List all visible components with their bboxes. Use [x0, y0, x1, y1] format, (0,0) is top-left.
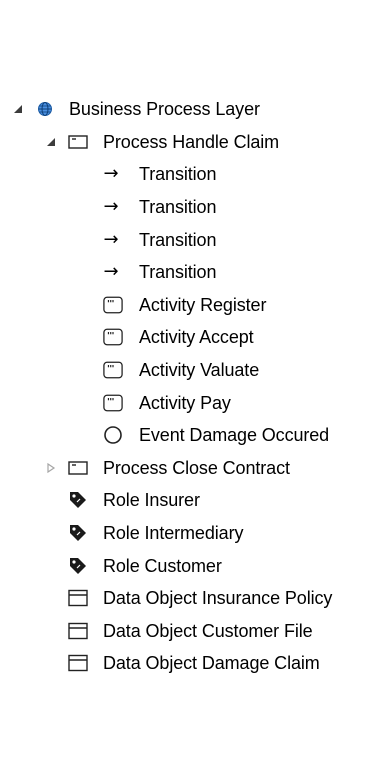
tree-node-label: Role Insurer: [103, 490, 200, 511]
tree-node-label: Activity Valuate: [139, 360, 260, 381]
tree-node-role-insurer[interactable]: Role Insurer: [0, 484, 382, 517]
arrow-right-icon: →: [103, 228, 119, 250]
tree-node-label: Process Close Contract: [103, 457, 290, 478]
tree-node-transition[interactable]: → Transition: [0, 158, 382, 191]
tree-node-business-process-layer[interactable]: Business Process Layer: [0, 93, 382, 126]
collapsed-triangle-icon[interactable]: [44, 461, 58, 475]
tree-node-label: Data Object Customer File: [103, 620, 313, 641]
tree-node-process-close-contract[interactable]: Process Close Contract: [0, 452, 382, 485]
tree-node-label: Transition: [139, 197, 217, 218]
tree-node-event-damage-occured[interactable]: Event Damage Occured: [0, 419, 382, 452]
activity-icon: [103, 360, 123, 380]
tree-node-label: Process Handle Claim: [103, 131, 280, 152]
tree-node-activity-accept[interactable]: Activity Accept: [0, 321, 382, 354]
activity-icon: [103, 295, 123, 315]
tree-node-data-object-insurance-policy[interactable]: Data Object Insurance Policy: [0, 582, 382, 615]
tree-node-process-handle-claim[interactable]: Process Handle Claim: [0, 126, 382, 159]
tree-node-label: Transition: [139, 229, 217, 250]
model-tree: Business Process Layer Process Handle Cl…: [0, 93, 382, 680]
process-icon: [68, 132, 88, 152]
expanded-triangle-icon[interactable]: [11, 102, 25, 116]
tree-node-label: Activity Accept: [139, 327, 254, 348]
tree-node-transition[interactable]: → Transition: [0, 223, 382, 256]
tree-node-activity-valuate[interactable]: Activity Valuate: [0, 354, 382, 387]
tree-node-label: Transition: [139, 164, 217, 185]
tree-node-transition[interactable]: → Transition: [0, 256, 382, 289]
tree-node-label: Data Object Damage Claim: [103, 653, 320, 674]
role-tag-icon: [68, 490, 88, 510]
activity-icon: [103, 327, 123, 347]
data-object-icon: [68, 621, 88, 641]
tree-node-data-object-damage-claim[interactable]: Data Object Damage Claim: [0, 647, 382, 680]
tree-node-role-intermediary[interactable]: Role Intermediary: [0, 517, 382, 550]
expanded-triangle-icon[interactable]: [44, 135, 58, 149]
process-icon: [68, 458, 88, 478]
tree-node-role-customer[interactable]: Role Customer: [0, 549, 382, 582]
tree-node-label: Role Customer: [103, 555, 222, 576]
arrow-right-icon: →: [103, 196, 119, 218]
globe-icon: [35, 99, 55, 119]
tree-node-label: Business Process Layer: [69, 99, 260, 120]
tree-node-activity-register[interactable]: Activity Register: [0, 289, 382, 322]
tree-node-data-object-customer-file[interactable]: Data Object Customer File: [0, 615, 382, 648]
tree-node-label: Activity Register: [139, 294, 267, 315]
activity-icon: [103, 393, 123, 413]
tree-node-label: Transition: [139, 262, 217, 283]
data-object-icon: [68, 588, 88, 608]
role-tag-icon: [68, 556, 88, 576]
tree-node-label: Data Object Insurance Policy: [103, 588, 333, 609]
arrow-right-icon: →: [103, 261, 119, 283]
tree-node-activity-pay[interactable]: Activity Pay: [0, 386, 382, 419]
role-tag-icon: [68, 523, 88, 543]
tree-node-transition[interactable]: → Transition: [0, 191, 382, 224]
tree-node-label: Activity Pay: [139, 392, 231, 413]
event-circle-icon: [103, 425, 123, 445]
tree-node-label: Role Intermediary: [103, 523, 244, 544]
tree-node-label: Event Damage Occured: [139, 425, 330, 446]
data-object-icon: [68, 653, 88, 673]
arrow-right-icon: →: [103, 163, 119, 185]
